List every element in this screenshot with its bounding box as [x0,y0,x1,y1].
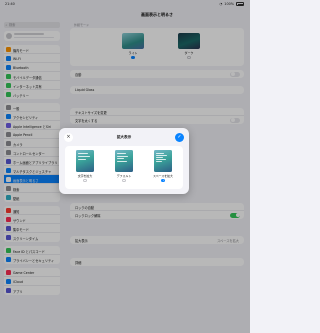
preview-line [78,153,88,154]
preview-line [156,152,164,154]
larger-text-preview [76,150,94,172]
preview-line [117,158,124,159]
zoom-option-label: 文字を拡大 [77,173,93,178]
zoom-option-default[interactable]: デフォルト [112,150,136,182]
zoom-option-more-space[interactable]: スペースを拡大 [151,150,175,182]
preview-line [117,160,127,162]
modal-title: 拡大表示 [116,135,132,139]
zoom-option-label: スペースを拡大 [153,173,173,178]
preview-line [78,156,90,157]
preview-line [156,154,167,156]
preview-line [156,156,163,158]
zoom-radio-more-space[interactable] [161,178,165,182]
zoom-radio-larger-text[interactable] [83,178,87,182]
preview-line [156,160,162,162]
zoom-option-larger-text[interactable]: 文字を拡大 [73,150,97,182]
zoom-radio-default[interactable] [122,178,126,182]
zoom-option-label: デフォルト [116,173,132,178]
display-zoom-modal: × 拡大表示 ✓ 文字を拡大 デフォルト スペースを拡大 ✓ [59,128,189,194]
preview-line [156,158,166,160]
preview-line [117,153,126,154]
more-space-preview [154,150,172,172]
preview-line [78,159,86,160]
default-preview [115,150,133,172]
checkmark-icon[interactable]: ✓ [175,133,184,142]
zoom-options-card: 文字を拡大 デフォルト スペースを拡大 [65,146,183,189]
preview-line [117,155,128,157]
